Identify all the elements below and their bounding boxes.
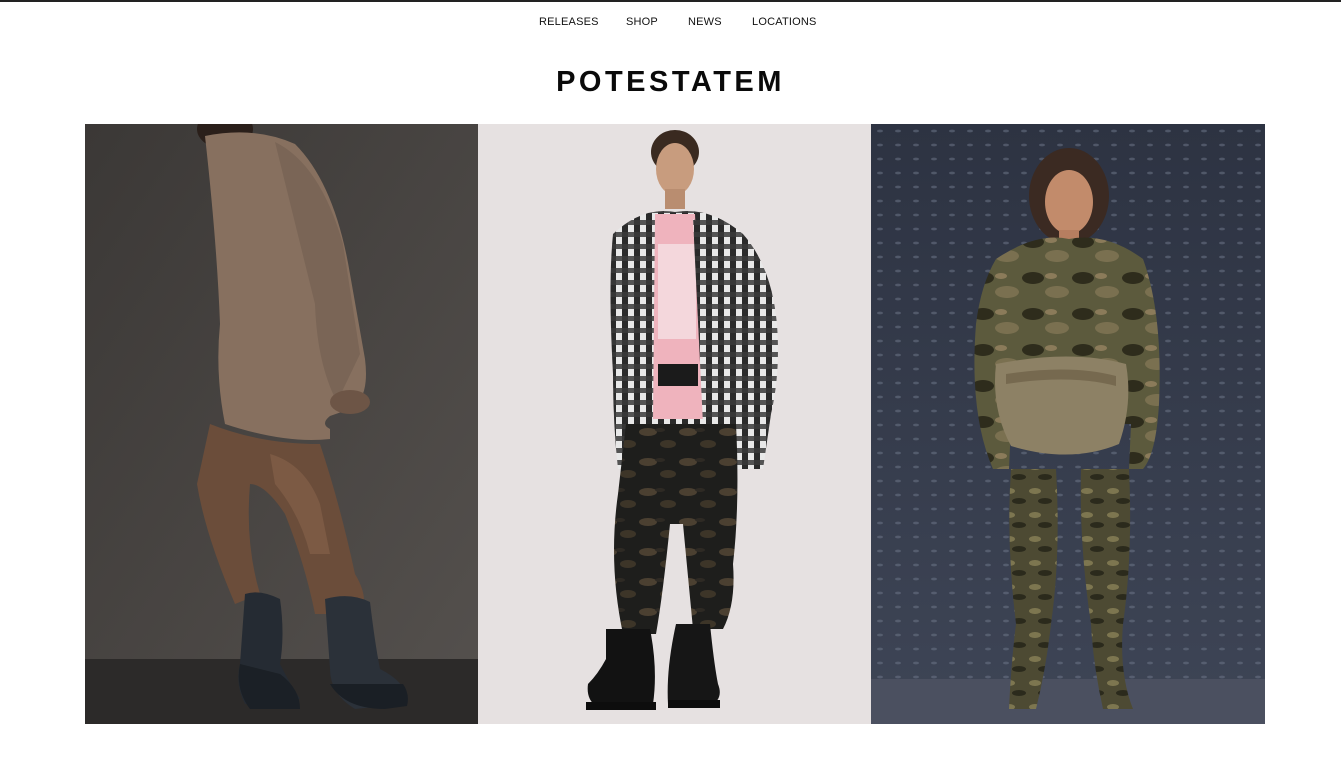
nav-item-locations[interactable]: LOCATIONS bbox=[752, 16, 817, 28]
lookbook-image-3[interactable] bbox=[871, 124, 1265, 724]
lookbook-image-1[interactable] bbox=[85, 124, 478, 724]
main-nav: RELEASES SHOP NEWS LOCATIONS bbox=[0, 16, 1341, 32]
nav-item-news[interactable]: NEWS bbox=[688, 16, 722, 28]
site-logo[interactable]: POTESTATEM bbox=[0, 66, 1341, 99]
lookbook-photo-3 bbox=[871, 124, 1265, 724]
lookbook-photo-1 bbox=[85, 124, 478, 724]
nav-item-shop[interactable]: SHOP bbox=[626, 16, 658, 28]
top-border bbox=[0, 0, 1341, 2]
lookbook-photo-2 bbox=[478, 124, 871, 724]
lookbook-image-2[interactable] bbox=[478, 124, 871, 724]
nav-item-releases[interactable]: RELEASES bbox=[539, 16, 599, 28]
lookbook-gallery bbox=[85, 124, 1265, 724]
